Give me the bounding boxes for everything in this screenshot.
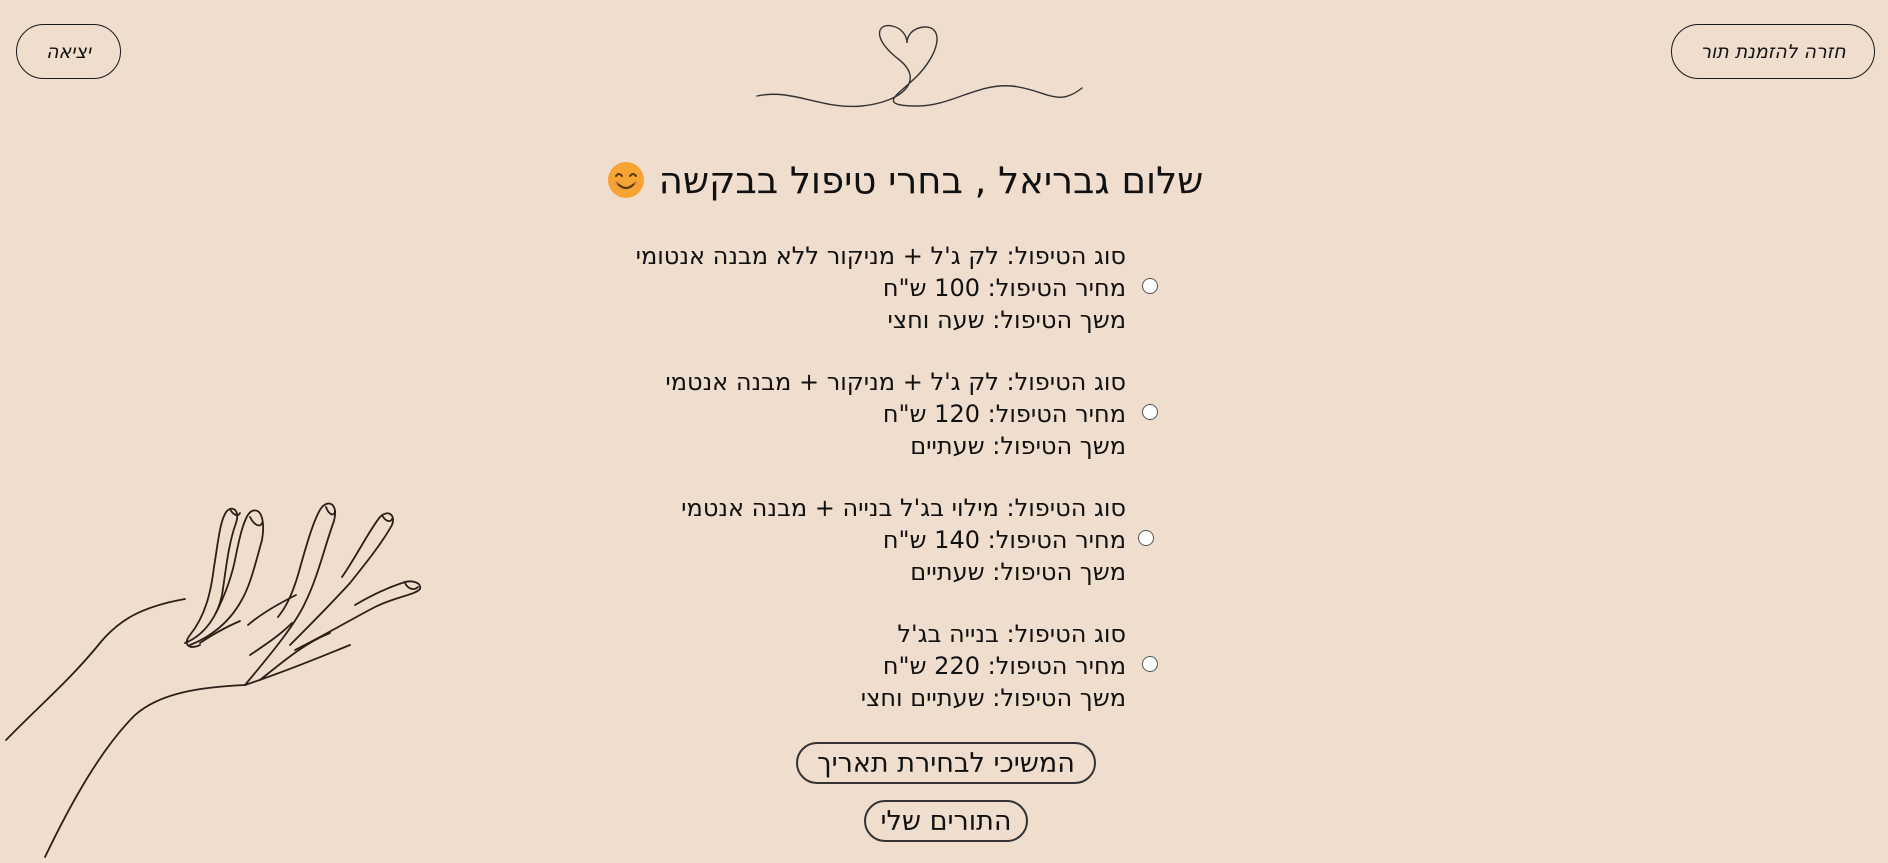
my-appointments-button[interactable]: התורים שלי [864, 800, 1028, 842]
treatment-price: מחיר הטיפול: 120 ש"ח [882, 400, 1126, 428]
treatment-details: סוג הטיפול: לק ג'ל + מניקור ללא מבנה אנט… [636, 240, 1126, 336]
treatment-type: סוג הטיפול: בנייה בג'ל [897, 620, 1126, 648]
continue-to-date-button[interactable]: המשיכי לבחירת תאריך [796, 742, 1096, 784]
treatment-duration: משך הטיפול: שעתיים [910, 432, 1126, 460]
treatment-radio[interactable] [1138, 530, 1154, 546]
treatment-option: סוג הטיפול: לק ג'ל + מניקור ללא מבנה אנט… [558, 240, 1158, 336]
treatment-price: מחיר הטיפול: 100 ש"ח [882, 274, 1126, 302]
treatment-details: סוג הטיפול: לק ג'ל + מניקור + מבנה אנטמי… [665, 366, 1126, 462]
treatment-duration: משך הטיפול: שעה וחצי [887, 306, 1126, 334]
treatment-radio[interactable] [1142, 278, 1158, 294]
treatment-type: סוג הטיפול: לק ג'ל + מניקור ללא מבנה אנט… [635, 242, 1126, 270]
hand-line-drawing [5, 502, 422, 858]
treatment-duration: משך הטיפול: שעתיים וחצי [860, 684, 1126, 712]
page-title-text: שלום גבריאל , בחרי טיפול בבקשה [658, 158, 1204, 202]
treatment-details: סוג הטיפול: בנייה בג'ל מחיר הטיפול: 220 … [861, 618, 1126, 714]
page-title: שלום גבריאל , בחרי טיפול בבקשה [560, 155, 1250, 205]
treatment-radio[interactable] [1142, 404, 1158, 420]
treatment-option: סוג הטיפול: לק ג'ל + מניקור + מבנה אנטמי… [558, 366, 1158, 462]
treatment-option: סוג הטיפול: בנייה בג'ל מחיר הטיפול: 220 … [558, 618, 1158, 714]
treatment-price: מחיר הטיפול: 220 ש"ח [882, 652, 1126, 680]
smiling-face-icon [607, 162, 644, 198]
back-to-booking-button[interactable]: חזרה להזמנת תור [1671, 24, 1875, 79]
treatment-price: מחיר הטיפול: 140 ש"ח [882, 526, 1126, 554]
treatment-type: סוג הטיפול: מילוי בג'ל בנייה + מבנה אנטמ… [681, 494, 1126, 522]
treatment-option: סוג הטיפול: מילוי בג'ל בנייה + מבנה אנטמ… [558, 492, 1158, 588]
treatment-details: סוג הטיפול: מילוי בג'ל בנייה + מבנה אנטמ… [681, 492, 1126, 588]
heart-line-icon [756, 24, 1083, 108]
exit-button[interactable]: יציאה [16, 24, 121, 79]
treatment-type: סוג הטיפול: לק ג'ל + מניקור + מבנה אנטמי [665, 368, 1126, 396]
treatment-radio[interactable] [1142, 656, 1158, 672]
treatment-duration: משך הטיפול: שעתיים [910, 558, 1126, 586]
